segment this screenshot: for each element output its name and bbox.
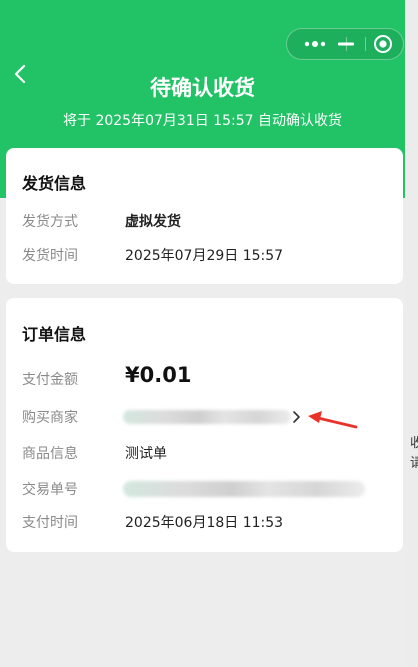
auto-confirm-notice: 将于 2025年07月31日 15:57 自动确认收货 [63,113,342,129]
trade-number-redacted [123,481,365,497]
merchant-label: 购买商家 [22,410,78,426]
mini-program-capsule [286,28,404,60]
order-info-title: 订单信息 [22,325,87,344]
product-info-value: 测试单 [125,446,167,462]
red-arrow-annotation-icon [306,408,358,434]
trade-number-label: 交易单号 [22,482,78,498]
pay-time-label: 支付时间 [22,515,78,531]
merchant-name-redacted[interactable] [123,410,291,424]
clipped-text-1: 收 [410,436,418,451]
pay-amount-value: ¥0.01 [125,363,192,387]
product-info-label: 商品信息 [22,446,78,462]
pay-time-value: 2025年06月18日 11:53 [125,515,284,531]
chevron-right-icon[interactable] [292,409,302,429]
shipping-info-card: 发货信息 发货方式 虚拟发货 发货时间 2025年07月29日 15:57 [6,148,403,284]
phone-screen: 待确认收货 将于 2025年07月31日 15:57 自动确认收货 发货信息 发… [0,0,405,667]
shipping-time-label: 发货时间 [22,248,78,264]
close-circle-icon[interactable] [371,29,395,59]
capsule-divider [365,37,366,51]
shipping-info-title: 发货信息 [22,174,87,193]
more-dots-icon[interactable] [293,29,337,59]
shipping-time-value: 2025年07月29日 15:57 [125,248,284,264]
page-title: 待确认收货 [150,76,255,100]
shipping-method-value: 虚拟发货 [125,214,181,230]
shipping-method-label: 发货方式 [22,214,78,230]
pay-amount-label: 支付金额 [22,372,78,388]
minimize-icon[interactable] [334,29,358,59]
clipped-text-2: 请 [410,456,418,471]
